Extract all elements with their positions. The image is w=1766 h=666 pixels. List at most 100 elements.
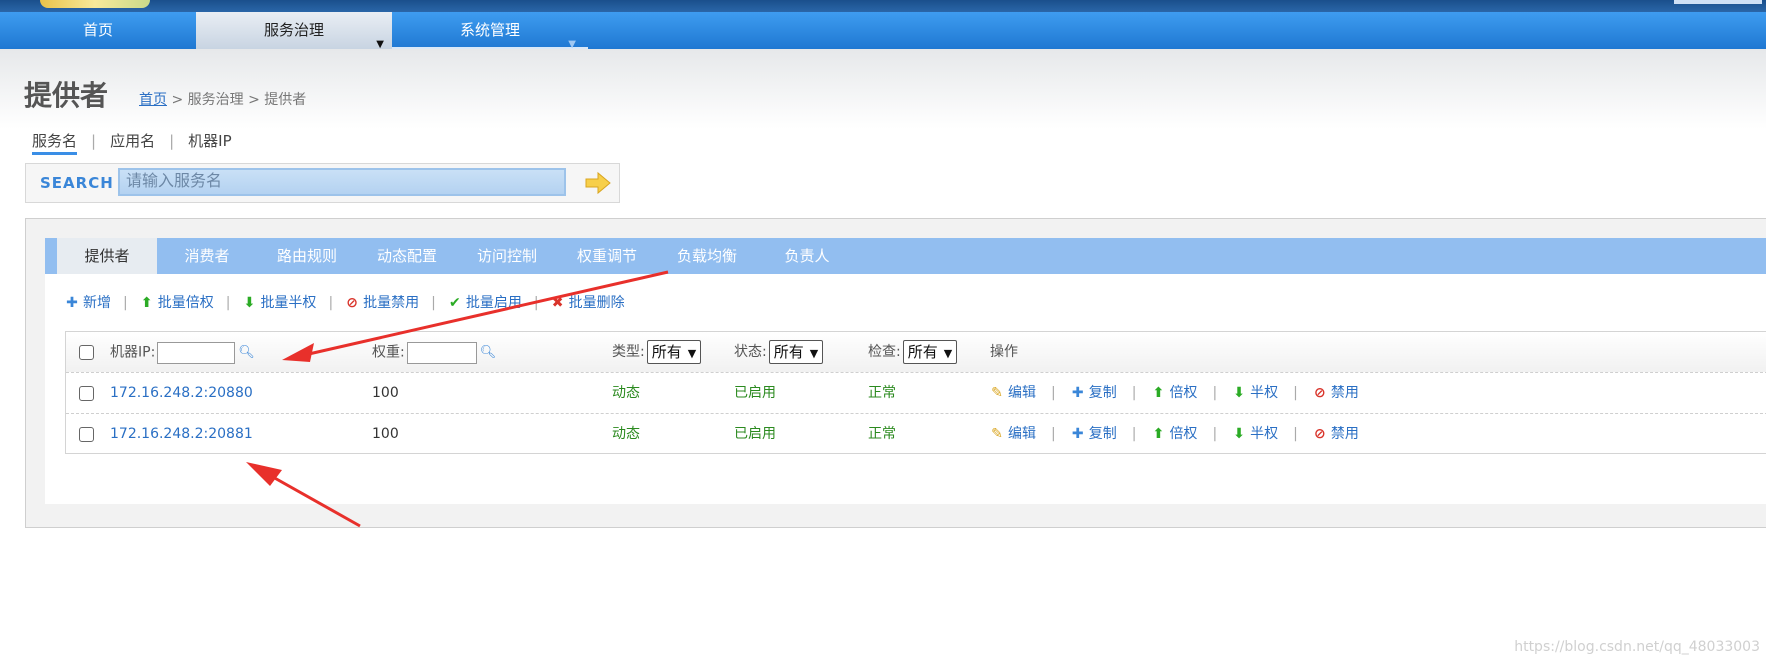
tab-load-balance[interactable]: 负载均衡: [657, 238, 757, 274]
arrow-up-icon: ⬆: [1152, 426, 1165, 442]
batch-disable-label: 批量禁用: [363, 295, 420, 311]
batch-enable-label: 批量启用: [465, 295, 522, 311]
watermark: https://blog.csdn.net/qq_48033003: [1514, 639, 1760, 655]
row-ip-link[interactable]: 172.16.248.2:20881: [110, 414, 253, 455]
batch-half-weight-button[interactable]: ⬇ 批量半权: [242, 292, 317, 312]
divider: |: [431, 295, 436, 311]
edit-button[interactable]: ✎ 编辑: [990, 373, 1036, 414]
table-row: 172.16.248.2:20880 100 动态 已启用 正常 ✎ 编辑 | ✚ 复制…: [66, 373, 1766, 414]
batch-double-weight-button[interactable]: ⬆ 批量倍权: [140, 292, 214, 312]
divider: |: [1051, 426, 1056, 442]
plus-icon: ✚: [1071, 385, 1084, 401]
row-status: 已启用: [734, 426, 776, 442]
search-label: SEARCH: [40, 174, 114, 192]
divider: |: [1131, 385, 1137, 401]
nav-system-management[interactable]: 系统管理 ▼: [392, 12, 588, 50]
tab-routes[interactable]: 路由规则: [257, 238, 357, 274]
chevron-down-icon: ▼: [943, 347, 953, 360]
row-ip-link[interactable]: 172.16.248.2:20880: [110, 373, 253, 414]
search-icon[interactable]: 🔍︎: [238, 332, 255, 373]
check-icon: ✔: [449, 295, 461, 311]
copy-button[interactable]: ✚ 复制: [1071, 373, 1117, 414]
tab-access-control[interactable]: 访问控制: [457, 238, 557, 274]
nav-service-governance[interactable]: 服务治理 ▼: [196, 12, 392, 50]
row-checkbox[interactable]: [79, 427, 94, 442]
page-title: 提供者: [24, 79, 109, 112]
chevron-down-icon: ▼: [687, 347, 697, 360]
divider: |: [1212, 385, 1218, 401]
top-right-mark: [1674, 0, 1762, 4]
row-operations: ✎ 编辑 | ✚ 复制 | ⬆ 倍权 | ⬇ 半权 | ⊘ 禁用: [990, 373, 1359, 414]
select-all-checkbox[interactable]: [79, 345, 94, 360]
divider: |: [533, 295, 539, 311]
tab-weight[interactable]: 权重调节: [557, 238, 657, 274]
tab-dynamic-config[interactable]: 动态配置: [357, 238, 457, 274]
type-filter: 类型: 所有 ▼: [612, 332, 702, 373]
action-toolbar: ✚ 新增 | ⬆ 批量倍权 | ⬇ 批量半权 | ⊘ 批量禁用 | ✔ 批量启用 | ✖ 批量删除: [65, 292, 625, 312]
tab-owner[interactable]: 负责人: [757, 238, 857, 274]
type-filter-label: 类型:: [612, 344, 645, 360]
copy-button[interactable]: ✚ 复制: [1071, 414, 1117, 455]
plus-icon: ✚: [1071, 426, 1084, 442]
weight-filter-label: 权重:: [372, 344, 405, 361]
arrow-right-icon[interactable]: [585, 171, 611, 195]
row-status: 已启用: [734, 385, 776, 401]
row-weight: 100: [372, 426, 399, 442]
nav-home[interactable]: 首页: [0, 12, 196, 49]
batch-disable-button[interactable]: ⊘ 批量禁用: [345, 292, 419, 312]
ip-filter-input[interactable]: [157, 341, 236, 364]
search-type-tabs: 服务名 | 应用名 | 机器IP: [32, 130, 232, 155]
edit-button[interactable]: ✎ 编辑: [990, 414, 1036, 455]
type-select[interactable]: 所有 ▼: [646, 340, 702, 364]
table-header: 机器IP: 🔍︎ 权重: 🔍︎ 类型: 所有 ▼ 状态: 所有 ▼ 检查: 所有 ▼ 操作: [66, 332, 1766, 373]
copy-button-label: 复制: [1088, 426, 1117, 442]
double-weight-label: 倍权: [1169, 385, 1198, 401]
nav-system-management-label: 系统管理: [459, 21, 520, 39]
batch-half-weight-label: 批量半权: [260, 295, 317, 311]
search-tab-application[interactable]: 应用名: [110, 130, 155, 151]
half-weight-button[interactable]: ⬇ 半权: [1232, 414, 1278, 455]
half-weight-button[interactable]: ⬇ 半权: [1232, 373, 1278, 414]
edit-button-label: 编辑: [1008, 385, 1036, 401]
search-tab-ip[interactable]: 机器IP: [188, 130, 231, 151]
tab-consumers[interactable]: 消费者: [157, 238, 257, 274]
batch-enable-button[interactable]: ✔ 批量启用: [448, 292, 522, 312]
row-checkbox[interactable]: [79, 386, 94, 401]
breadcrumb: 首页 > 服务治理 > 提供者: [139, 89, 306, 109]
pencil-icon: ✎: [991, 426, 1003, 442]
ops-header: 操作: [990, 344, 1018, 360]
chevron-down-icon: ▼: [809, 347, 819, 360]
add-button[interactable]: ✚ 新增: [65, 292, 111, 312]
search-tab-service[interactable]: 服务名: [32, 130, 78, 155]
pencil-icon: ✎: [991, 385, 1003, 401]
row-check: 正常: [868, 426, 896, 442]
table-row: 172.16.248.2:20881 100 动态 已启用 正常 ✎ 编辑 | ✚ 复制…: [66, 414, 1766, 455]
search-bar: SEARCH: [25, 163, 620, 203]
status-select[interactable]: 所有 ▼: [768, 340, 824, 364]
check-select[interactable]: 所有 ▼: [902, 340, 958, 364]
row-type: 动态: [612, 385, 640, 401]
content-panel: 提供者 消费者 路由规则 动态配置 访问控制 权重调节 负载均衡 负责人 ✚ 新增…: [25, 218, 1766, 528]
divider: |: [1131, 426, 1137, 442]
arrow-up-icon: ⬆: [1152, 385, 1165, 401]
search-icon[interactable]: 🔍︎: [480, 332, 497, 373]
disable-button[interactable]: ⊘ 禁用: [1313, 373, 1359, 414]
double-weight-button[interactable]: ⬆ 倍权: [1151, 414, 1198, 455]
weight-filter-input[interactable]: [406, 341, 477, 364]
content-inner: 提供者 消费者 路由规则 动态配置 访问控制 权重调节 负载均衡 负责人 ✚ 新增…: [45, 238, 1766, 504]
search-input[interactable]: [118, 168, 566, 196]
plus-icon: ✚: [66, 295, 78, 311]
check-filter: 检查: 所有 ▼: [868, 332, 958, 373]
ip-filter-label: 机器IP:: [110, 344, 156, 361]
divider: |: [1051, 385, 1056, 401]
cross-icon: ✖: [551, 295, 564, 311]
check-select-value: 所有: [907, 343, 938, 361]
divider: |: [123, 295, 128, 311]
double-weight-button[interactable]: ⬆ 倍权: [1151, 373, 1198, 414]
tab-providers[interactable]: 提供者: [57, 238, 157, 274]
batch-delete-button[interactable]: ✖ 批量删除: [551, 292, 625, 312]
add-button-label: 新增: [83, 295, 111, 311]
logo: [40, 0, 150, 8]
disable-button[interactable]: ⊘ 禁用: [1313, 414, 1359, 455]
breadcrumb-home-link[interactable]: 首页: [139, 92, 167, 108]
